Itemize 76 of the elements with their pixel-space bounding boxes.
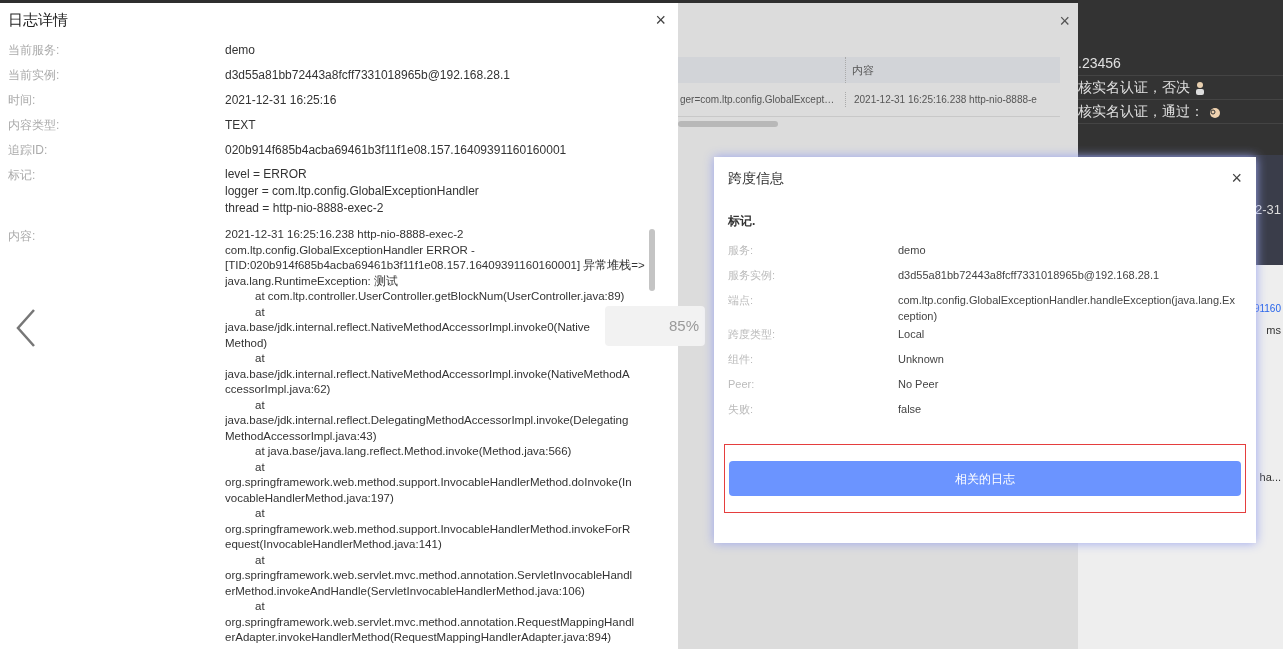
text-line: 核实名认证，否决 [1078,78,1190,97]
section-title: 标记. [728,213,757,230]
log-line: at [254,506,266,521]
log-line: com.ltp.config.GlobalExceptionHandler ERROR - [225,242,476,258]
log-line: java.base/jdk.internal.reflect.NativeMethodAccessorImpl.invoke0(Native [225,320,591,335]
log-line: org.springframework.web.servlet.mvc.method.annotation.RequestMappingHandl [225,614,636,630]
field-value: Unknown [898,352,945,367]
field-label: 服务实例: [728,268,777,283]
log-line: at [254,397,266,413]
tag-line: logger = com.ltp.config.GlobalExceptionHandler [225,183,479,200]
field-label: 时间: [7,91,37,109]
panel-title: 日志详情 [8,10,68,31]
log-line: org.springframework.web.method.support.InvocableHandlerMethod.doInvoke(In [225,475,633,490]
log-line: at [254,351,266,366]
close-icon[interactable]: × [1231,165,1242,192]
field-value: 020b914f685b4acba69461b3f11f1e08.157.16409391160160001 [225,141,567,159]
log-line: ccessorImpl.java:62) [225,382,332,397]
field-value: d3d55a81bb72443a8fcff7331018965b@192.168.28.1 [225,66,510,84]
log-line: at [254,599,266,614]
field-value: 2021-12-31 16:25:16 [225,91,337,109]
field-value: d3d55a81bb72443a8fcff7331018965b@192.168.28.1 [898,268,1161,283]
log-line: at [254,552,266,568]
log-line: MethodAccessorImpl.java:43) [225,428,378,444]
log-line: org.springframework.web.method.support.InvocableHandlerMethod.invokeForR [225,521,632,537]
duration-text: ms [1266,323,1281,338]
field-label: 标记: [7,167,37,184]
person-icon [1194,80,1206,95]
field-label: 服务: [728,243,755,258]
related-logs-button[interactable]: 相关的日志 [729,461,1241,496]
field-label: 端点: [728,293,755,308]
text-line: .23456 [1078,54,1121,73]
log-line: at com.ltp.controller.UserController.getBlockNum(UserController.java:89) [254,289,626,304]
log-line: at [254,459,266,475]
log-line: erAdapter.invokeHandlerMethod(RequestMappingHandlerAdapter.java:894) [225,630,613,645]
field-value: demo [898,243,927,258]
field-label: 跨度类型: [728,327,777,342]
log-line: [TID:020b914f685b4acba69461b3f11f1e08.157.16409391160160001] 异常堆栈=> [225,258,645,273]
field-value: demo [225,41,256,59]
log-line: at [254,304,266,320]
field-label: 当前服务: [7,41,61,59]
field-value: Local [898,327,926,342]
log-line: org.springframework.web.servlet.mvc.method.annotation.ServletInvocableHandl [225,568,634,583]
log-line: Method) [225,335,269,351]
truncated-text: ha... [1259,469,1281,485]
scrollbar[interactable] [678,121,778,127]
tag-line: thread = http-nio-8888-exec-2 [225,200,385,217]
date-text: 2-31 [1254,201,1281,220]
field-value: TEXT [225,116,256,134]
tag-line: level = ERROR [225,166,308,183]
table-cell-text: 2021-12-31 16:25:16.238 http-nio-8888-e [853,93,1038,107]
field-label: 内容类型: [7,116,61,134]
log-line: vocableHandlerMethod.java:197) [225,490,395,506]
field-label: 当前实例: [7,66,61,84]
field-label: 组件: [728,352,755,367]
log-line: at java.base/java.lang.reflect.Method.invoke(Method.java:566) [254,444,573,459]
field-label: 内容: [7,228,37,245]
field-value: No Peer [898,377,940,392]
log-line: java.lang.RuntimeException: 测试 [225,273,399,289]
field-value: com.ltp.config.GlobalExceptionHandler.handleException(java.lang.Exception) [898,293,1236,324]
dialog-title: 跨度信息 [728,169,784,188]
log-line: equest(InvocableHandlerMethod.java:141) [225,537,443,552]
field-label: Peer: [728,377,756,392]
close-icon[interactable]: × [1059,8,1070,35]
scrollbar[interactable] [649,229,655,291]
log-line: erMethod.invokeAndHandle(ServletInvocableHandlerMethod.java:106) [225,583,586,599]
log-line: java.base/jdk.internal.reflect.DelegatingMethodAccessorImpl.invoke(Delegating [225,413,630,428]
chevron-left-icon[interactable] [15,308,37,348]
field-value: false [898,402,923,417]
log-line: 2021-12-31 16:25:16.238 http-nio-8888-exec-2 [225,227,465,242]
zoom-indicator: 85% [605,306,705,346]
log-line: java.base/jdk.internal.reflect.NativeMethodAccessorImpl.invoke(NativeMethodA [225,366,631,382]
text-line: 核实名认证，通过： [1078,102,1204,121]
close-icon[interactable]: × [655,7,670,34]
field-label: 追踪ID: [7,141,49,159]
column-header: 内容 [851,62,875,78]
field-label: 失败: [728,402,755,417]
